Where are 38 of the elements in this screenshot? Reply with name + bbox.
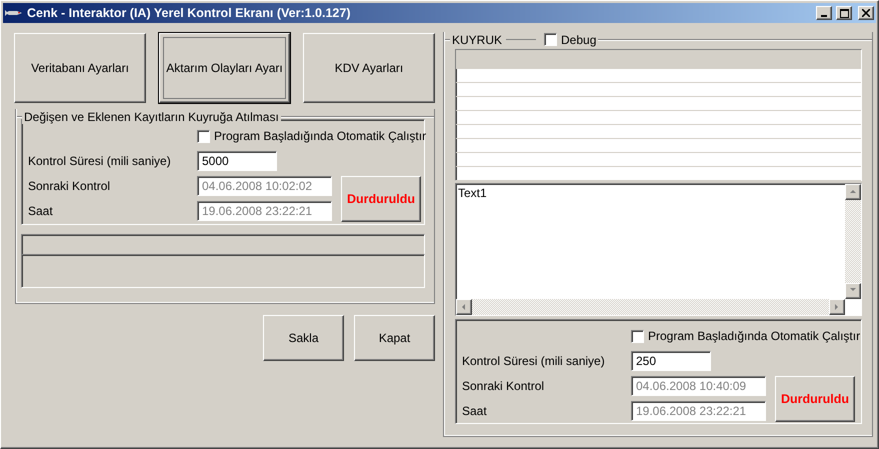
field-label: Sonraki Kontrol <box>462 379 546 393</box>
group-title: KUYRUK <box>452 32 502 46</box>
text-area[interactable]: Text1 <box>455 183 862 316</box>
text-area-value: Text1 <box>457 185 488 202</box>
field-label: Saat <box>462 404 488 418</box>
field-label: Kontrol Süresi (mili saniye) <box>28 154 172 168</box>
checkbox-label: Program Başladığında Otomatik Çalıştır <box>648 329 860 343</box>
fish-icon <box>5 9 23 17</box>
checkbox[interactable] <box>197 130 210 142</box>
horizontal-scrollbar[interactable] <box>456 299 845 315</box>
close-icon <box>862 9 870 17</box>
close-button[interactable] <box>858 6 874 20</box>
triangle-icon <box>460 303 468 311</box>
field-label: Sonraki Kontrol <box>28 179 112 193</box>
vertical-scrollbar[interactable] <box>845 184 861 299</box>
scroll-arrow-button[interactable] <box>845 283 861 299</box>
triangle-icon <box>849 188 857 196</box>
field-label: Kontrol Süresi (mili saniye) <box>462 354 606 368</box>
scroll-arrow-button[interactable] <box>829 299 845 315</box>
action-button[interactable]: Kapat <box>354 315 435 361</box>
minimize-button[interactable] <box>816 6 832 20</box>
settings-button[interactable]: Aktarım Olayları Ayarı <box>159 33 290 103</box>
window-title: Cenk - Interaktor (IA) Yerel Kontrol Ekranı (Ver:1.0.127) <box>27 6 352 20</box>
group-title: Değişen ve Eklenen Kayıtların Kuyruğa Atılması <box>24 110 279 124</box>
checkbox-label: Debug <box>561 32 596 46</box>
checkbox[interactable] <box>631 330 644 342</box>
field-label: Saat <box>28 204 54 218</box>
maximize-button[interactable] <box>836 6 852 20</box>
scroll-arrow-button[interactable] <box>456 299 472 315</box>
scroll-arrow-button[interactable] <box>845 184 861 200</box>
action-button[interactable]: Sakla <box>263 315 344 361</box>
checkbox[interactable] <box>544 33 558 46</box>
input-field[interactable]: 250 <box>631 351 711 371</box>
input-field[interactable]: 5000 <box>197 151 277 171</box>
settings-button[interactable]: Veritabanı Ayarları <box>14 33 146 103</box>
settings-button[interactable]: KDV Ayarları <box>303 33 435 103</box>
checkbox-label: Program Başladığında Otomatik Çalıştır <box>214 129 426 143</box>
maximize-icon <box>840 8 848 18</box>
